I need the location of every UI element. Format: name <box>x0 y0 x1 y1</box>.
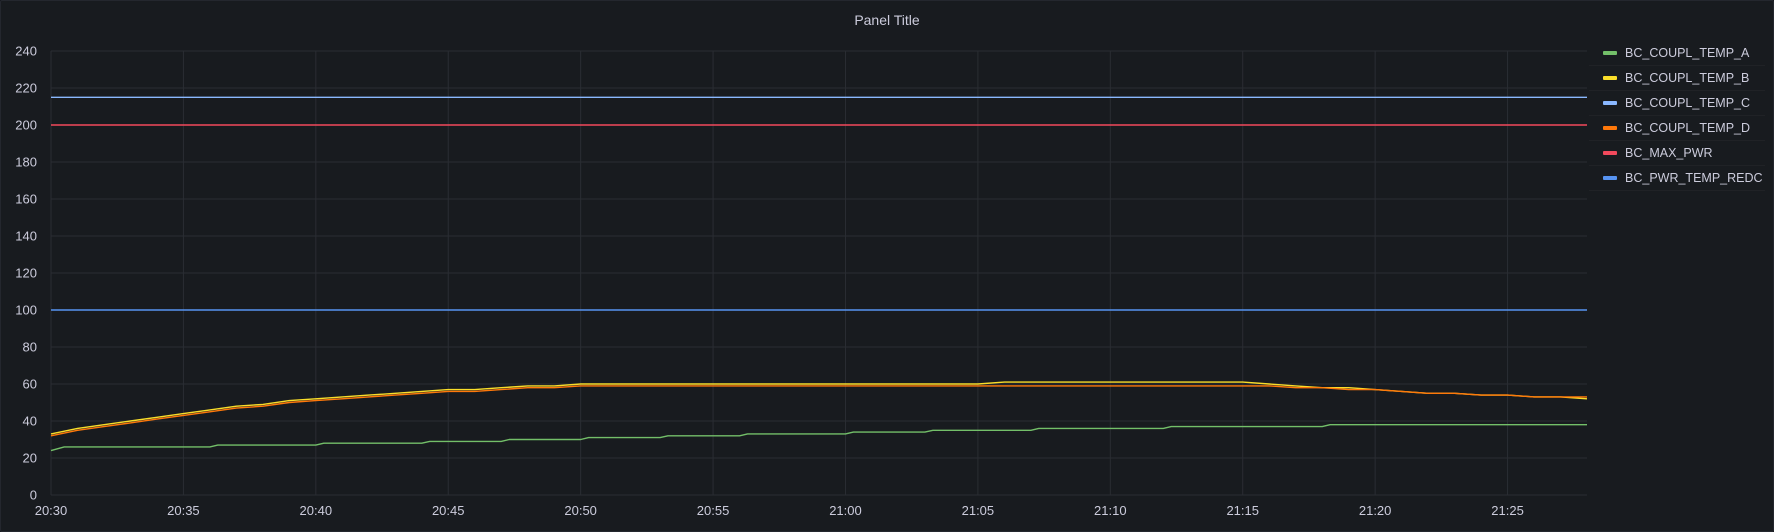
x-tick-label: 20:40 <box>300 503 333 518</box>
legend-swatch <box>1603 151 1617 155</box>
x-tick-label: 21:10 <box>1094 503 1127 518</box>
y-tick-label: 200 <box>15 118 37 133</box>
x-tick-label: 20:45 <box>432 503 465 518</box>
legend-swatch <box>1603 176 1617 180</box>
legend-swatch <box>1603 126 1617 130</box>
panel: Panel Title 0 20 40 60 80 100 120 140 160 180 200 2… <box>0 0 1774 532</box>
x-tick-label: 20:50 <box>564 503 597 518</box>
x-tick-label: 21:05 <box>962 503 995 518</box>
y-tick-label: 40 <box>23 414 37 429</box>
legend: BC_COUPL_TEMP_A BC_COUPL_TEMP_B BC_COUPL_T… <box>1589 41 1765 191</box>
legend-label: BC_COUPL_TEMP_B <box>1625 71 1750 85</box>
y-tick-label: 0 <box>30 488 37 503</box>
y-tick-label: 120 <box>15 266 37 281</box>
y-tick-label: 160 <box>15 192 37 207</box>
legend-swatch <box>1603 51 1617 55</box>
legend-item[interactable]: BC_MAX_PWR <box>1589 141 1765 166</box>
y-tick-label: 60 <box>23 377 37 392</box>
y-tick-label: 240 <box>15 44 37 59</box>
series-line-bc-coupl-temp-d <box>50 385 1587 437</box>
y-tick-label: 180 <box>15 155 37 170</box>
legend-item[interactable]: BC_PWR_TEMP_REDC <box>1589 166 1765 191</box>
series-line-bc-coupl-temp-a <box>50 424 1587 452</box>
legend-item[interactable]: BC_COUPL_TEMP_B <box>1589 66 1765 91</box>
legend-label: BC_PWR_TEMP_REDC <box>1625 171 1763 185</box>
legend-label: BC_MAX_PWR <box>1625 146 1713 160</box>
x-tick-label: 20:35 <box>167 503 200 518</box>
legend-label: BC_COUPL_TEMP_D <box>1625 121 1751 135</box>
y-tick-label: 140 <box>15 229 37 244</box>
time-series-chart[interactable]: 0 20 40 60 80 100 120 140 160 180 200 220 240 20:30 20… <box>1 1 1773 531</box>
y-tick-label: 220 <box>15 81 37 96</box>
legend-item[interactable]: BC_COUPL_TEMP_D <box>1589 116 1765 141</box>
legend-label: BC_COUPL_TEMP_C <box>1625 96 1751 110</box>
y-tick-label: 20 <box>23 451 37 466</box>
x-tick-label: 21:25 <box>1491 503 1524 518</box>
x-tick-label: 20:55 <box>697 503 730 518</box>
x-tick-label: 21:00 <box>829 503 862 518</box>
x-tick-label: 21:20 <box>1359 503 1392 518</box>
x-tick-label: 21:15 <box>1226 503 1259 518</box>
y-tick-label: 100 <box>15 303 37 318</box>
x-tick-label: 20:30 <box>35 503 68 518</box>
y-tick-label: 80 <box>23 340 37 355</box>
legend-label: BC_COUPL_TEMP_A <box>1625 46 1750 60</box>
legend-swatch <box>1603 76 1617 80</box>
legend-item[interactable]: BC_COUPL_TEMP_C <box>1589 91 1765 116</box>
legend-item[interactable]: BC_COUPL_TEMP_A <box>1589 41 1765 66</box>
legend-swatch <box>1603 101 1617 105</box>
